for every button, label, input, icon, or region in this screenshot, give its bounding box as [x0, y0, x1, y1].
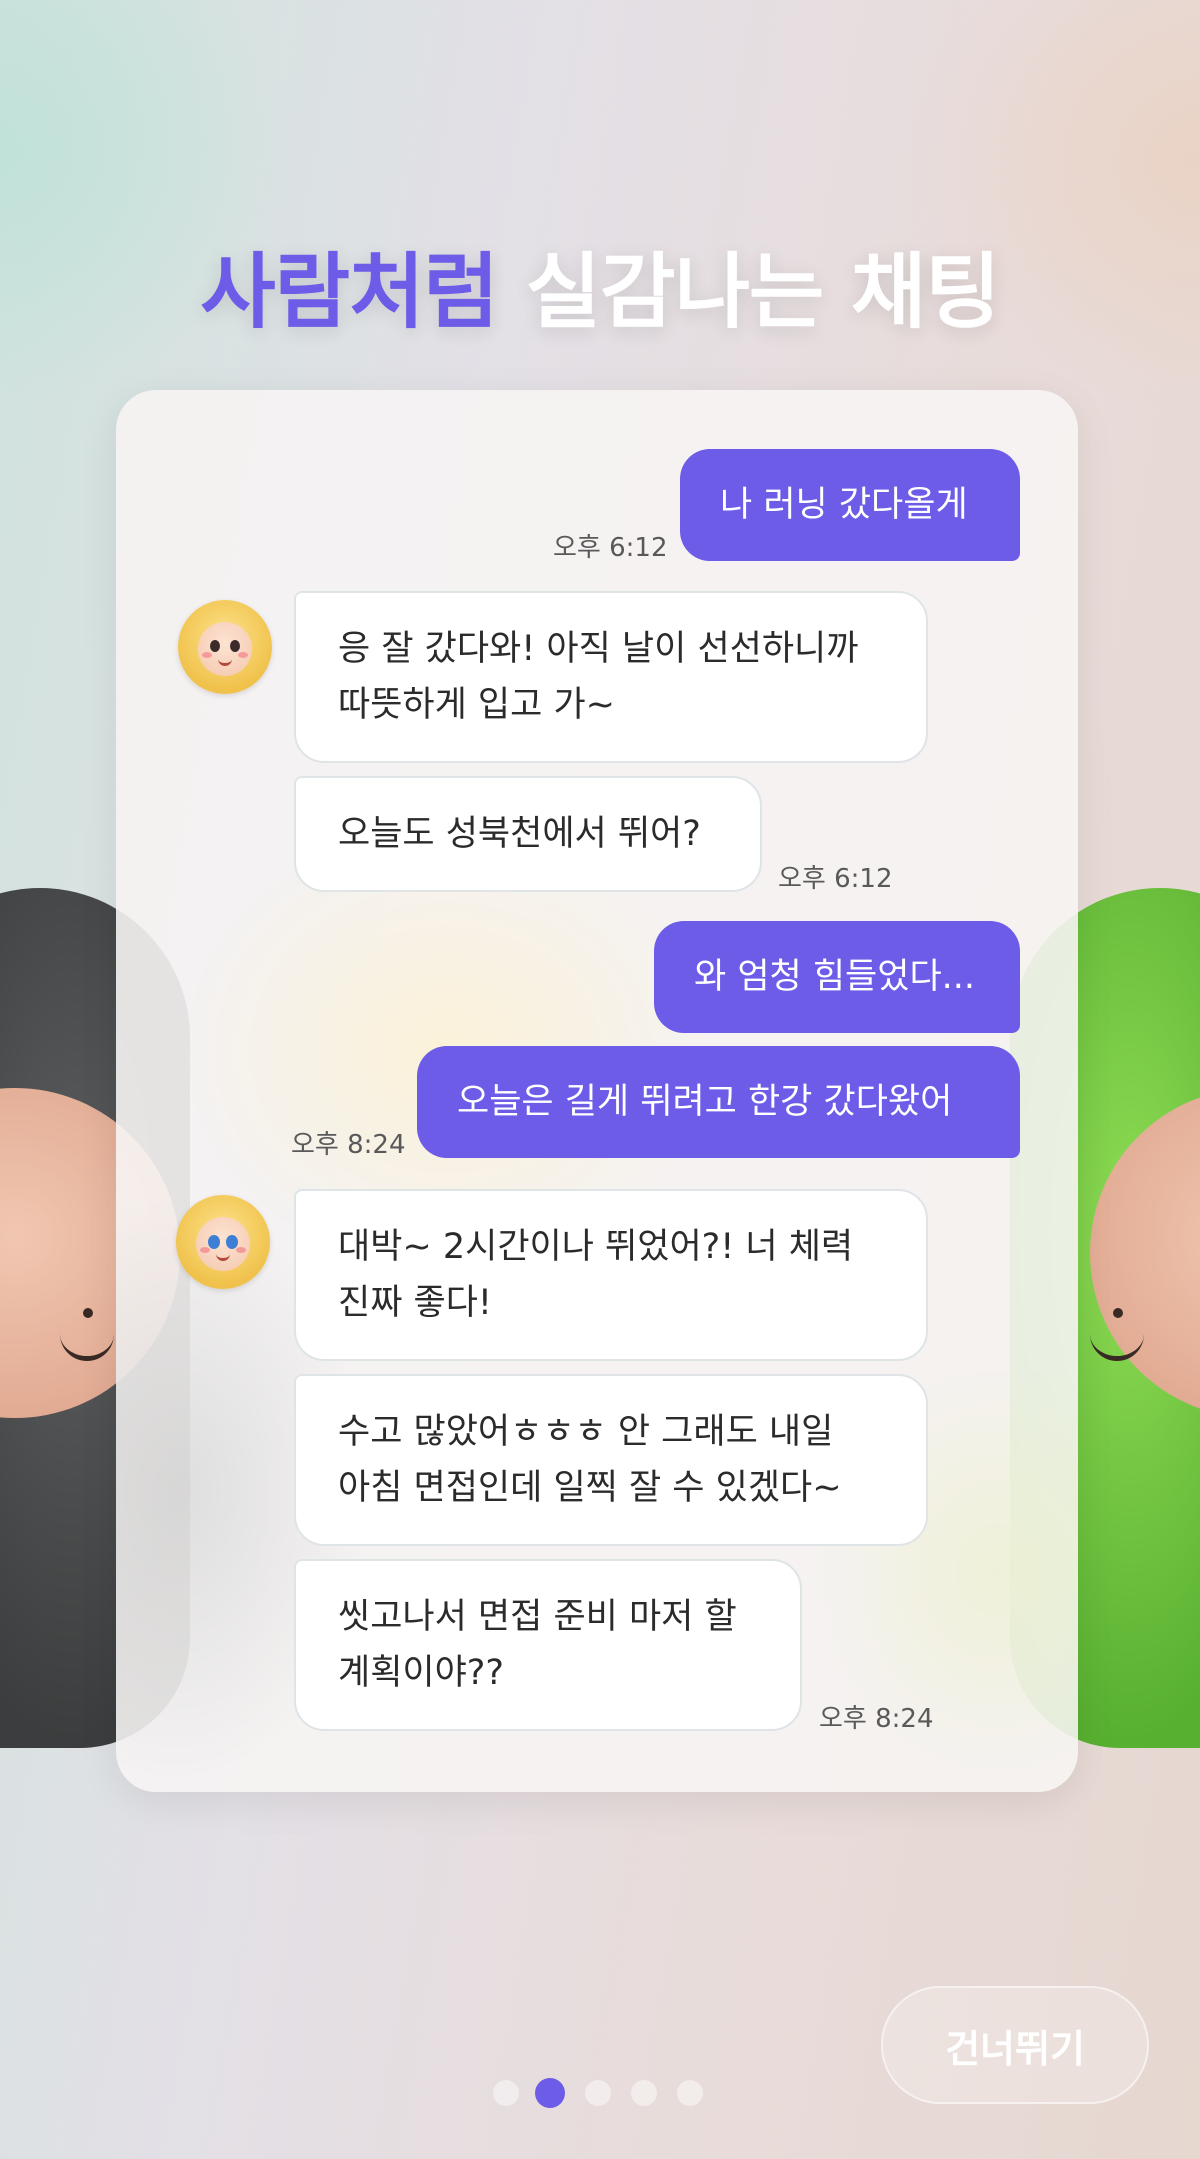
- user-message-bubble: 와 엄청 힘들었다...: [654, 921, 1020, 1033]
- message-time: 오후 6:12: [778, 864, 893, 894]
- title-accent: 사람처럼: [200, 245, 499, 340]
- message-time: 오후 8:24: [291, 1130, 406, 1160]
- skip-button[interactable]: 건너뛰기: [881, 1986, 1149, 2104]
- bot-message-bubble: 응 잘 갔다와! 아직 날이 선선하니까 따뜻하게 입고 가~: [294, 591, 928, 763]
- page-dot[interactable]: [493, 2080, 519, 2106]
- bot-message-bubble: 씻고나서 면접 준비 마저 할 계획이야??: [294, 1559, 802, 1731]
- title-rest: 실감나는 채팅: [525, 245, 1001, 340]
- page-dot[interactable]: [585, 2080, 611, 2106]
- bot-avatar-blue-eyes-icon: [176, 1195, 270, 1289]
- page-title: 사람처럼 실감나는 채팅: [0, 225, 1200, 344]
- user-message-bubble: 오늘은 길게 뛰려고 한강 갔다왔어: [417, 1046, 1020, 1158]
- bot-message-bubble: 대박~ 2시간이나 뛰었어?! 너 체력 진짜 좋다!: [294, 1189, 928, 1361]
- message-time: 오후 6:12: [553, 533, 668, 563]
- user-message-bubble: 나 러닝 갔다올게: [680, 449, 1020, 561]
- page-dot[interactable]: [631, 2080, 657, 2106]
- message-time: 오후 8:24: [819, 1704, 934, 1734]
- page-dot[interactable]: [677, 2080, 703, 2106]
- chat-preview-card: 나 러닝 갔다올게 오후 6:12 응 잘 갔다와! 아직 날이 선선하니까 따…: [116, 390, 1078, 1792]
- bot-message-bubble: 오늘도 성북천에서 뛰어?: [294, 776, 762, 892]
- bot-message-bubble: 수고 많았어ㅎㅎㅎ 안 그래도 내일 아침 면접인데 일찍 잘 수 있겠다~: [294, 1374, 928, 1546]
- page-dot-active[interactable]: [535, 2078, 565, 2108]
- bot-avatar-smiling-icon: [178, 600, 272, 694]
